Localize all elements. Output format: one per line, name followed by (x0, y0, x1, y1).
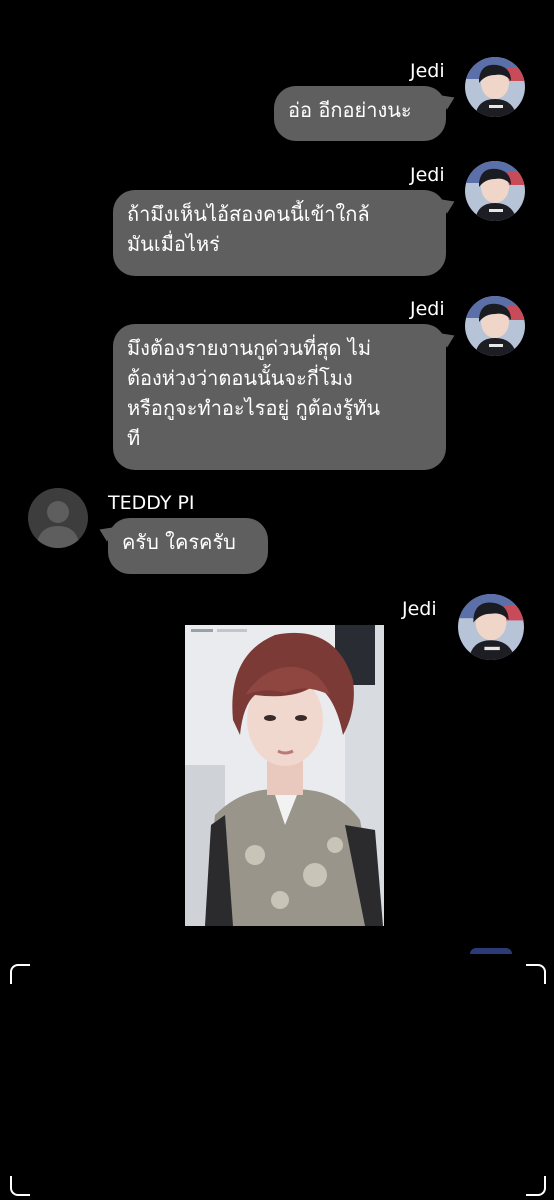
avatar-teddy-pi[interactable] (28, 488, 88, 548)
frame-corner-top-left (10, 964, 30, 984)
avatar-jedi[interactable] (465, 296, 525, 356)
message-text-line: หรือกูจะทำอะไรอยู่ กูต้องรู้ทัน (127, 396, 381, 420)
message-text-line: มึงต้องรายงานกูด่วนที่สุด ไม่ (127, 336, 372, 360)
frame-corner-bottom-left (10, 1176, 30, 1196)
sender-name-jedi: Jedi (410, 164, 445, 186)
default-user-icon (28, 488, 88, 548)
jedi-avatar-image (458, 594, 524, 660)
message-bubble[interactable]: มึงต้องรายงานกูด่วนที่สุด ไม่ ต้องห่วงว่… (113, 324, 446, 470)
message-text-line: มันเมื่อไหร่ (127, 232, 220, 256)
jedi-avatar-image (465, 57, 525, 117)
message-bubble[interactable]: ครับ ใครครับ (108, 518, 268, 574)
message-text-line: ที (127, 426, 141, 450)
message-text-line: อ่อ อีกอย่างนะ (288, 98, 412, 122)
sender-name-teddy-pi: TEDDY PI (108, 492, 195, 514)
photo-image (185, 625, 384, 926)
message-photo[interactable] (185, 625, 384, 926)
avatar-jedi[interactable] (465, 161, 525, 221)
jedi-avatar-image (465, 161, 525, 221)
sender-name-jedi: Jedi (402, 598, 437, 620)
sender-name-jedi: Jedi (410, 298, 445, 320)
jedi-avatar-image (465, 296, 525, 356)
avatar-jedi[interactable] (458, 594, 524, 660)
message-text-line: ต้องห่วงว่าตอนนั้นจะกี่โมง (127, 366, 353, 390)
message-text-line: ถ้ามึงเห็นไอ้สองคนนี้เข้าใกล้ (127, 202, 370, 226)
message-text-line: ครับ ใครครับ (122, 530, 236, 554)
avatar-partial (470, 948, 512, 954)
sender-name-jedi: Jedi (410, 60, 445, 82)
message-bubble[interactable]: ถ้ามึงเห็นไอ้สองคนนี้เข้าใกล้ มันเมื่อไห… (113, 190, 446, 276)
frame-corner-top-right (526, 964, 546, 984)
message-bubble[interactable]: อ่อ อีกอย่างนะ (274, 86, 446, 141)
frame-corner-bottom-right (526, 1176, 546, 1196)
avatar-jedi[interactable] (465, 57, 525, 117)
